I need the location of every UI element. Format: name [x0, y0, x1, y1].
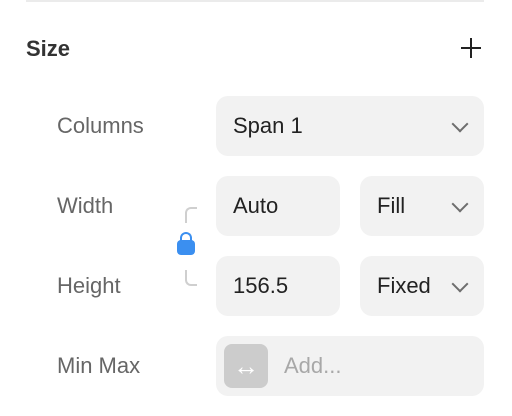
width-mode-value: Fill: [377, 193, 406, 218]
columns-select[interactable]: Span 1: [216, 96, 484, 156]
chevron-down-icon: [451, 195, 469, 213]
section-title: Size: [26, 36, 71, 61]
width-mode-select[interactable]: Fill: [360, 176, 484, 236]
chevron-down-icon: [451, 275, 469, 293]
plus-icon[interactable]: [458, 36, 484, 62]
height-input[interactable]: 156.5: [216, 256, 340, 316]
min-max-placeholder: Add...: [284, 353, 342, 378]
lock-icon[interactable]: [177, 232, 195, 256]
columns-value: Span 1: [233, 113, 303, 138]
min-max-field[interactable]: ↔ Add...: [216, 336, 484, 396]
width-value: Auto: [233, 193, 279, 218]
lock-bracket-top: [185, 207, 197, 223]
chevron-down-icon: [451, 115, 469, 133]
size-panel: Size Columns Span 1 Width Auto Fill Heig…: [0, 0, 512, 416]
lock-body: [177, 240, 195, 255]
height-mode-value: Fixed: [377, 273, 431, 298]
columns-label: Columns: [57, 113, 144, 138]
arrows-horizontal-icon[interactable]: ↔: [224, 344, 268, 388]
height-value: 156.5: [233, 273, 289, 298]
width-label: Width: [57, 193, 114, 218]
height-label: Height: [57, 273, 121, 298]
top-divider: [26, 0, 484, 2]
height-mode-select[interactable]: Fixed: [360, 256, 484, 316]
width-input[interactable]: Auto: [216, 176, 340, 236]
lock-bracket-bottom: [185, 270, 197, 286]
min-max-label: Min Max: [57, 353, 141, 378]
